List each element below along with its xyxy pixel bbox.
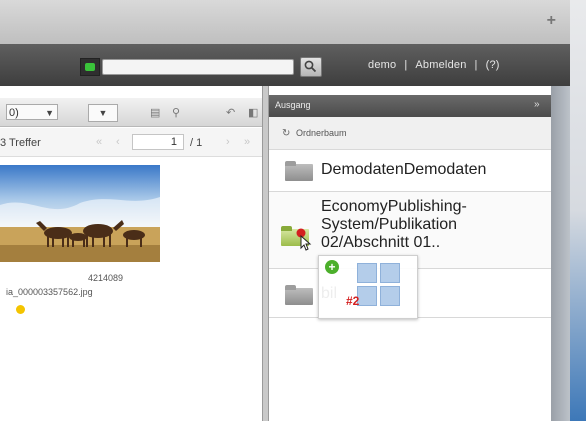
search-input[interactable] xyxy=(102,59,294,75)
desktop-background xyxy=(570,0,586,421)
drag-item-count: #2 xyxy=(346,294,360,308)
search-button[interactable] xyxy=(300,57,322,77)
logout-link[interactable]: Abmelden xyxy=(415,59,466,71)
user-links: demo | Abmelden | (?) xyxy=(364,59,504,71)
last-page-icon[interactable]: » xyxy=(244,136,250,148)
folder-label: DemodatenDemodaten xyxy=(321,161,487,178)
image-filename: ia_000003357562.jpg xyxy=(6,287,93,297)
folder-label-line: EconomyPublishing- xyxy=(321,198,467,215)
folder-icon xyxy=(285,285,313,305)
image-id: 4214089 xyxy=(88,273,124,283)
separator: | xyxy=(404,59,408,71)
thumbnail-grid-icon xyxy=(357,263,401,307)
undo-icon[interactable]: ↶ xyxy=(226,106,235,119)
next-page-icon[interactable]: › xyxy=(226,136,230,148)
window-edge xyxy=(551,86,570,421)
folder-label-line: System/Publikation xyxy=(321,216,458,233)
output-panel-title: Ausgang xyxy=(275,100,311,110)
folder-label-line: 02/Abschnitt 01.. xyxy=(321,234,441,251)
more-icon[interactable]: ◧ xyxy=(248,106,258,119)
separator: | xyxy=(474,59,478,71)
horses-image xyxy=(0,165,160,262)
image-thumbnail[interactable] xyxy=(0,165,160,262)
first-page-icon[interactable]: « xyxy=(96,136,102,148)
output-panel-header xyxy=(269,95,551,117)
chevron-down-icon: ▼ xyxy=(45,108,54,118)
collapse-icon[interactable]: » xyxy=(534,99,540,110)
status-online-icon xyxy=(80,58,100,76)
view-select-value: 0) xyxy=(9,107,19,119)
sort-select[interactable]: ▼ xyxy=(88,104,118,122)
username: demo xyxy=(368,59,397,71)
prev-page-icon[interactable]: ‹ xyxy=(116,136,120,148)
page-input[interactable]: 1 xyxy=(132,134,184,150)
refresh-icon[interactable]: ↻ xyxy=(282,128,290,139)
view-select[interactable]: 0) ▼ xyxy=(6,104,58,120)
pane-splitter[interactable] xyxy=(262,86,269,421)
help-link[interactable]: (?) xyxy=(486,59,500,71)
search-icon xyxy=(304,60,317,73)
drag-cursor-icon xyxy=(296,228,312,251)
add-badge-icon: + xyxy=(325,260,339,274)
add-tab-button[interactable]: + xyxy=(547,12,556,30)
folder-row[interactable]: DemodatenDemodaten xyxy=(269,149,551,192)
list-view-icon[interactable]: ▤ xyxy=(150,106,160,119)
zoom-icon[interactable]: ⚲ xyxy=(172,106,180,119)
folder-tree-label[interactable]: Ordnerbaum xyxy=(296,128,347,138)
page-total: / 1 xyxy=(190,137,203,149)
title-bar: + xyxy=(0,0,570,45)
folder-icon xyxy=(285,161,313,181)
status-yellow-icon xyxy=(16,305,25,314)
hit-count: 3 Treffer xyxy=(0,137,41,149)
chevron-down-icon: ▼ xyxy=(98,108,108,118)
